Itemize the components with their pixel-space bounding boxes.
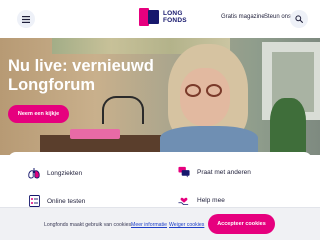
nav-link-magazine[interactable]: Gratis magazine <box>221 14 265 20</box>
quick-link-longziekten[interactable]: Longziekten <box>28 167 82 179</box>
hero-photo-lamp <box>102 96 144 124</box>
logo-mark-icon <box>139 8 160 26</box>
hamburger-icon <box>22 15 30 23</box>
site-header: LONG FONDS Gratis magazine Steun ons <box>0 0 320 38</box>
hero-banner <box>0 38 320 155</box>
hero-photo-object <box>70 129 120 139</box>
search-button[interactable] <box>290 10 308 28</box>
longfonds-logo[interactable]: LONG FONDS <box>139 8 187 26</box>
logo-line-2: FONDS <box>163 17 187 24</box>
menu-button[interactable] <box>17 10 35 28</box>
cookie-bar: Longfonds maakt gebruik van cookies. Mee… <box>0 207 320 240</box>
lungs-icon <box>28 167 40 179</box>
logo-wordmark: LONG FONDS <box>163 10 187 24</box>
cookie-decline-link[interactable]: Weiger cookies <box>169 222 204 228</box>
chat-icon <box>178 166 190 178</box>
hero-photo-plant <box>270 98 306 155</box>
cookie-more-info-link[interactable]: Meer informatie <box>131 222 167 228</box>
quick-link-online-testen[interactable]: Online testen <box>28 195 85 207</box>
hero-title: Nu live: vernieuwd Longforum <box>8 57 154 94</box>
hero-cta-button[interactable]: Neem een kijkje <box>8 105 69 123</box>
cookie-message: Longfonds maakt gebruik van cookies. <box>44 222 133 228</box>
quick-link-praat-met-anderen[interactable]: Praat met anderen <box>178 166 251 178</box>
hero-photo-person-face <box>180 68 230 126</box>
nav-link-steun[interactable]: Steun ons <box>264 14 291 20</box>
accept-cookies-button[interactable]: Accepteer cookies <box>208 214 275 234</box>
quick-link-label: Online testen <box>47 197 86 205</box>
heart-hand-icon <box>178 194 190 206</box>
quick-link-help-mee[interactable]: Help mee <box>178 194 225 206</box>
checklist-icon <box>28 195 40 207</box>
quick-link-label: Help mee <box>197 196 225 204</box>
quick-link-label: Praat met anderen <box>197 168 251 176</box>
hero-photo-glasses-right <box>206 84 222 97</box>
hero-photo-person-body <box>160 126 258 155</box>
quick-link-label: Longziekten <box>47 169 83 177</box>
logo-line-1: LONG <box>163 10 183 17</box>
search-icon <box>295 15 303 23</box>
hero-photo-glasses-left <box>185 84 201 97</box>
